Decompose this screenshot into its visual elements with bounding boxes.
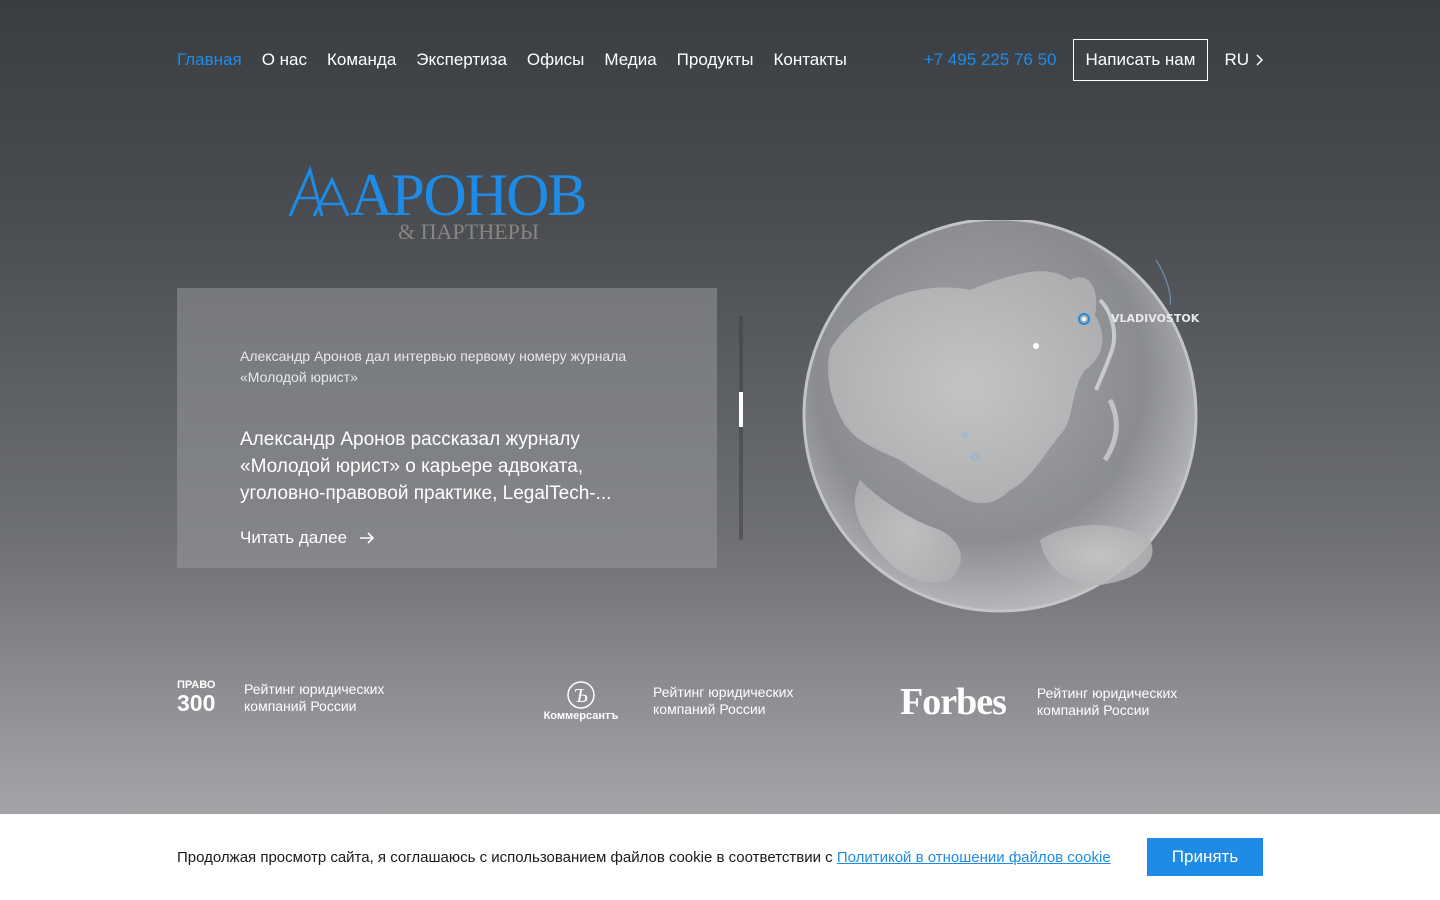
accept-cookie-button[interactable]: Принять bbox=[1147, 838, 1263, 876]
rating-pravo300: ПРАВО 300 Рейтинг юридических компаний Р… bbox=[177, 680, 424, 715]
pravo300-logo: ПРАВО 300 bbox=[177, 680, 217, 715]
cookie-banner: Продолжая просмотр сайта, я соглашаюсь с… bbox=[0, 814, 1440, 900]
language-switcher[interactable]: RU bbox=[1224, 50, 1263, 70]
news-slider-thumb[interactable] bbox=[739, 392, 743, 427]
nav-link-products[interactable]: Продукты bbox=[677, 50, 754, 70]
news-subtitle: Александр Аронов дал интервью первому но… bbox=[240, 348, 627, 385]
rating-text: Рейтинг юридических компаний России bbox=[1036, 685, 1178, 718]
logo-name: АРОНОВ bbox=[350, 162, 587, 228]
kommersant-logo: Ъ Коммерсантъ bbox=[544, 681, 619, 722]
logo-partners: & ПАРТНЕРЫ bbox=[398, 219, 540, 244]
logo-mark-icon bbox=[288, 165, 350, 217]
nav-link-about[interactable]: О нас bbox=[262, 50, 307, 70]
nav-link-home[interactable]: Главная bbox=[177, 50, 242, 70]
read-more-link[interactable]: Читать далее bbox=[240, 528, 375, 548]
cookie-policy-link[interactable]: Политикой в отношении файлов cookie bbox=[837, 849, 1111, 866]
nav-link-media[interactable]: Медиа bbox=[604, 50, 656, 70]
nav-link-team[interactable]: Команда bbox=[327, 50, 396, 70]
cookie-text: Продолжая просмотр сайта, я соглашаюсь с… bbox=[177, 849, 1111, 866]
rating-text: Рейтинг юридических компаний России bbox=[244, 680, 385, 714]
rating-text: Рейтинг юридических компаний России bbox=[653, 684, 794, 717]
nav-links: Главная О нас Команда Экспертиза Офисы М… bbox=[177, 50, 867, 70]
news-card[interactable]: Александр Аронов дал интервью первому но… bbox=[177, 288, 717, 568]
kommersant-logo-text: Коммерсантъ bbox=[544, 710, 619, 722]
top-nav: Главная О нас Команда Экспертиза Офисы М… bbox=[177, 39, 1263, 81]
rating-forbes: Forbes Рейтинг юридических компаний Росс… bbox=[900, 680, 1217, 724]
nav-right: +7 495 225 76 50 Написать нам RU bbox=[924, 39, 1263, 81]
forbes-logo: Forbes bbox=[900, 681, 1007, 723]
company-logo[interactable]: АРОНОВ & ПАРТНЕРЫ bbox=[288, 164, 588, 248]
rating-kommersant: Ъ Коммерсантъ Рейтинг юридических компан… bbox=[538, 680, 833, 722]
arrow-right-icon bbox=[360, 532, 375, 544]
news-title: Александр Аронов рассказал журналу «Моло… bbox=[240, 429, 612, 504]
news-slider-track[interactable] bbox=[739, 316, 743, 540]
pravo-logo-big: 300 bbox=[177, 690, 216, 716]
language-label: RU bbox=[1224, 50, 1249, 69]
globe-city-label: VLADIVOSTOK bbox=[1111, 312, 1200, 325]
svg-text:Ъ: Ъ bbox=[574, 685, 588, 707]
nav-link-expertise[interactable]: Экспертиза bbox=[416, 50, 507, 70]
phone-link[interactable]: +7 495 225 76 50 bbox=[924, 50, 1057, 70]
chevron-right-icon bbox=[1256, 54, 1263, 66]
cookie-message: Продолжая просмотр сайта, я соглашаюсь с… bbox=[177, 849, 837, 866]
nav-link-offices[interactable]: Офисы bbox=[527, 50, 584, 70]
write-us-button[interactable]: Написать нам bbox=[1072, 39, 1209, 81]
globe-map: VLADIVOSTOK bbox=[802, 220, 1200, 613]
nav-link-contacts[interactable]: Контакты bbox=[773, 50, 846, 70]
read-more-label: Читать далее bbox=[240, 528, 348, 547]
